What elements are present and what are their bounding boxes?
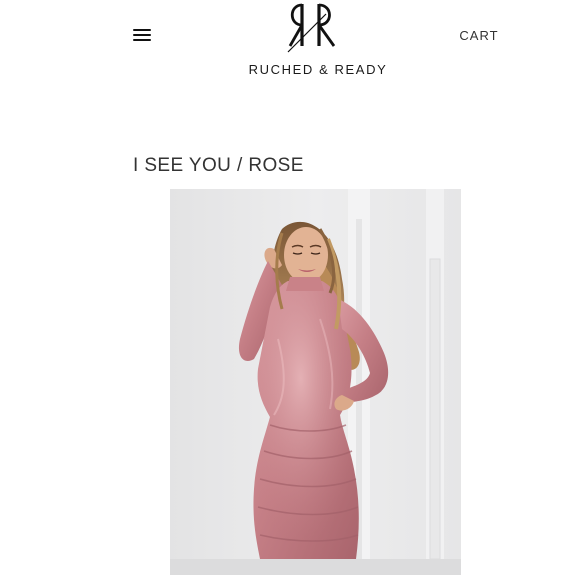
cart-link[interactable]: CART xyxy=(452,28,506,43)
site-header: RUCHED & READY CART xyxy=(0,0,580,90)
logo-monogram-icon xyxy=(287,3,336,53)
product-title: I SEE YOU / ROSE xyxy=(133,155,304,176)
product-photo xyxy=(170,189,461,575)
hamburger-menu-icon[interactable] xyxy=(131,26,153,44)
product-image[interactable] xyxy=(170,189,461,575)
rr-monogram-logo[interactable] xyxy=(282,0,354,54)
brand-name[interactable]: RUCHED & READY xyxy=(228,62,408,77)
